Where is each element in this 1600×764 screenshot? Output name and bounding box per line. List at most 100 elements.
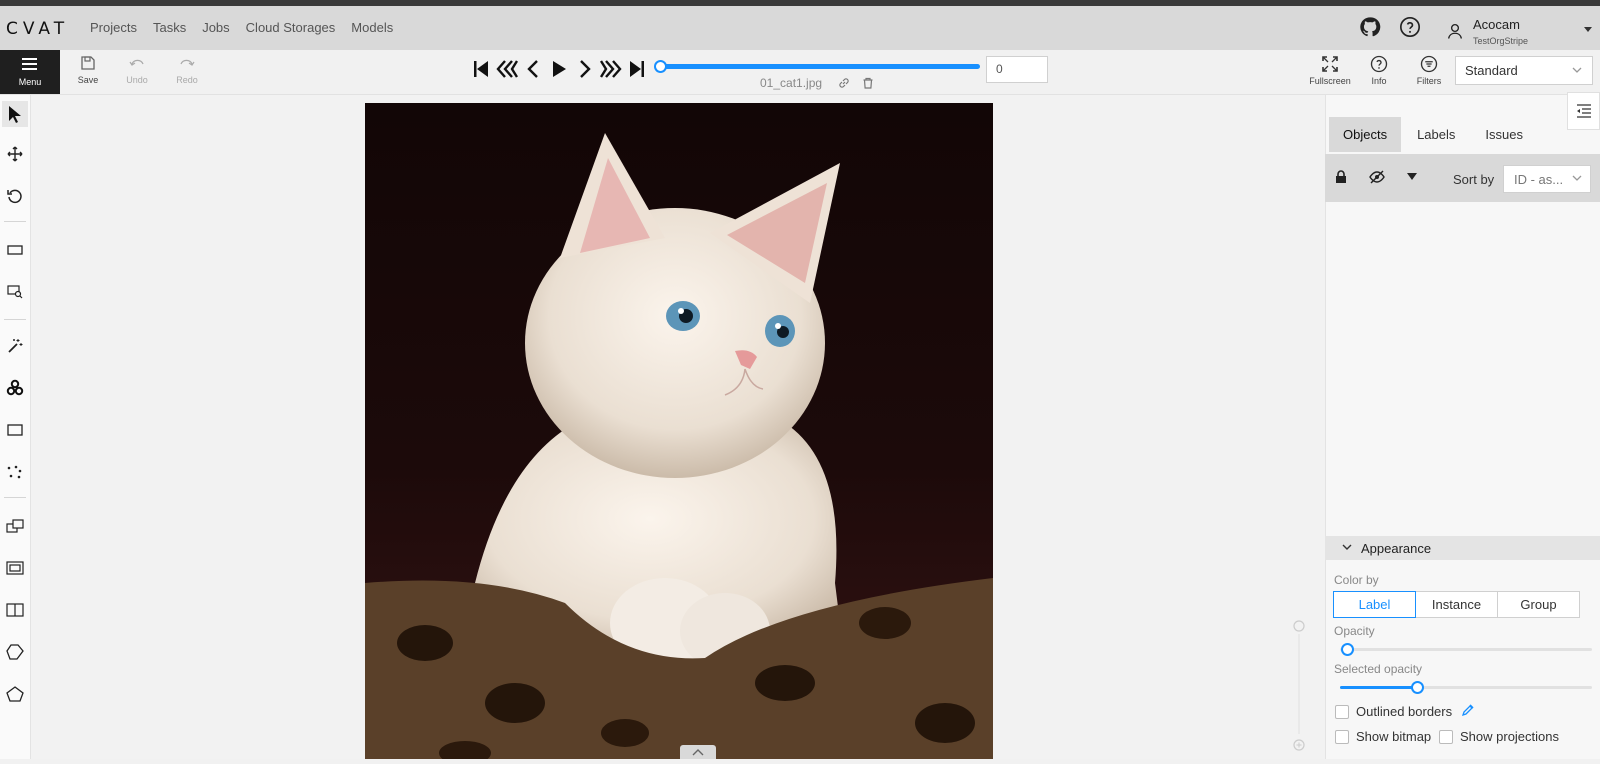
forward-fast-icon[interactable] — [600, 58, 622, 80]
undo-icon — [129, 59, 144, 66]
delete-frame-icon[interactable] — [862, 77, 874, 89]
cursor-icon[interactable] — [2, 101, 28, 127]
nav-projects[interactable]: Projects — [90, 20, 137, 35]
frame-image[interactable] — [365, 103, 993, 759]
sidebar-tabs: Objects Labels Issues — [1329, 117, 1539, 152]
color-by-instance-option[interactable]: Instance — [1415, 591, 1498, 618]
color-by-label-option[interactable]: Label — [1333, 591, 1416, 618]
menu-button[interactable]: Menu — [0, 50, 60, 94]
group-icon[interactable] — [2, 555, 28, 581]
chevron-down-icon — [1342, 544, 1352, 550]
show-bitmap-checkbox[interactable] — [1335, 730, 1349, 744]
split-icon[interactable] — [2, 597, 28, 623]
outlined-borders-label: Outlined borders — [1356, 704, 1453, 719]
polygon-alt-icon[interactable] — [2, 681, 28, 707]
nav-cloud-storages[interactable]: Cloud Storages — [246, 20, 336, 35]
info-button[interactable]: Info — [1356, 53, 1402, 86]
filters-label: Filters — [1416, 76, 1442, 86]
user-name: Acocam — [1473, 17, 1520, 32]
play-icon[interactable] — [548, 58, 570, 80]
hamburger-icon — [22, 58, 37, 73]
opacity-slider-handle[interactable] — [1341, 643, 1354, 656]
user-dropdown-icon[interactable] — [1584, 27, 1592, 32]
points-icon[interactable] — [2, 459, 28, 485]
first-frame-icon[interactable] — [470, 58, 492, 80]
selected-opacity-fill — [1340, 686, 1416, 689]
selected-opacity-slider-handle[interactable] — [1411, 681, 1424, 694]
color-by-group-option[interactable]: Group — [1497, 591, 1580, 618]
undo-button[interactable]: Undo — [112, 53, 162, 85]
opacity-label: Opacity — [1334, 624, 1375, 638]
sort-select[interactable]: ID - as... — [1503, 165, 1591, 193]
show-bitmap-label: Show bitmap — [1356, 729, 1432, 744]
tab-objects[interactable]: Objects — [1329, 117, 1402, 152]
filename-actions — [838, 77, 874, 89]
kitten-photo — [365, 133, 993, 759]
user-organization: TestOrgStripe — [1473, 36, 1529, 46]
color-picker-icon[interactable] — [1461, 703, 1475, 717]
previous-frame-icon[interactable] — [522, 58, 544, 80]
tools-divider — [4, 319, 26, 320]
last-frame-icon[interactable] — [626, 58, 648, 80]
help-icon[interactable] — [1397, 14, 1423, 40]
chevron-up-icon — [692, 749, 704, 756]
lock-icon[interactable] — [1335, 170, 1347, 184]
frame-slider[interactable] — [654, 60, 980, 73]
nav-models[interactable]: Models — [351, 20, 393, 35]
nav-jobs[interactable]: Jobs — [202, 20, 229, 35]
cvat-logo[interactable]: CVAT — [6, 19, 69, 39]
outlined-borders-checkbox[interactable] — [1335, 705, 1349, 719]
tab-issues[interactable]: Issues — [1471, 117, 1537, 152]
redo-button[interactable]: Redo — [162, 53, 212, 85]
back-fast-icon[interactable] — [496, 58, 518, 80]
save-button[interactable]: Save — [63, 53, 113, 85]
sort-value: ID - as... — [1514, 172, 1564, 187]
sidebar-collapse-button[interactable] — [1567, 92, 1600, 130]
color-by-segmented: Label Instance Group — [1333, 591, 1580, 618]
appearance-panel-header[interactable]: Appearance — [1325, 536, 1600, 560]
player-controls — [470, 58, 648, 80]
main-nav: Projects Tasks Jobs Cloud Storages Model… — [90, 20, 409, 35]
copy-link-icon[interactable] — [838, 77, 850, 89]
caret-down-icon[interactable] — [1407, 173, 1417, 181]
show-projections-checkbox[interactable] — [1439, 730, 1453, 744]
header-icons — [1357, 14, 1423, 40]
bottom-panel-toggle[interactable] — [680, 745, 716, 759]
move-icon[interactable] — [2, 141, 28, 167]
chevron-down-icon — [1572, 175, 1582, 181]
zoom-out-icon[interactable] — [1293, 620, 1305, 632]
merge-icon[interactable] — [2, 513, 28, 539]
rotate-icon[interactable] — [2, 183, 28, 209]
workspace-value: Standard — [1465, 63, 1518, 78]
eye-invisible-icon[interactable] — [1369, 170, 1385, 184]
frame-slider-handle[interactable] — [654, 60, 667, 73]
color-by-label: Color by — [1334, 573, 1379, 587]
menu-label: Menu — [18, 77, 42, 87]
frame-filename: 01_cat1.jpg — [760, 76, 823, 90]
info-label: Info — [1371, 76, 1387, 86]
filter-icon — [1420, 55, 1438, 73]
openvino-icon[interactable] — [2, 375, 28, 401]
save-label: Save — [77, 75, 99, 85]
fit-icon[interactable] — [2, 237, 28, 263]
tab-labels[interactable]: Labels — [1403, 117, 1469, 152]
menu-fold-icon — [1576, 104, 1591, 118]
save-icon — [81, 56, 95, 70]
tools-divider — [4, 497, 26, 498]
zoom-rail — [1286, 614, 1312, 759]
polygon-icon[interactable] — [2, 639, 28, 665]
magic-wand-icon[interactable] — [2, 333, 28, 359]
workspace-select[interactable]: Standard — [1455, 56, 1593, 85]
frame-number-input[interactable]: 0 — [986, 56, 1048, 83]
next-frame-icon[interactable] — [574, 58, 596, 80]
filters-button[interactable]: Filters — [1406, 53, 1452, 86]
fullscreen-button[interactable]: Fullscreen — [1307, 53, 1353, 86]
annotation-toolbar: Menu Save Undo Redo 0 01_cat1.jpg Fullsc… — [0, 50, 1600, 95]
github-icon[interactable] — [1357, 14, 1383, 40]
rectangle-icon[interactable] — [2, 417, 28, 443]
zoom-region-icon[interactable] — [2, 279, 28, 305]
opacity-slider[interactable] — [1340, 648, 1592, 651]
chevron-down-icon — [1572, 67, 1582, 73]
nav-tasks[interactable]: Tasks — [153, 20, 186, 35]
appearance-title: Appearance — [1361, 541, 1432, 556]
